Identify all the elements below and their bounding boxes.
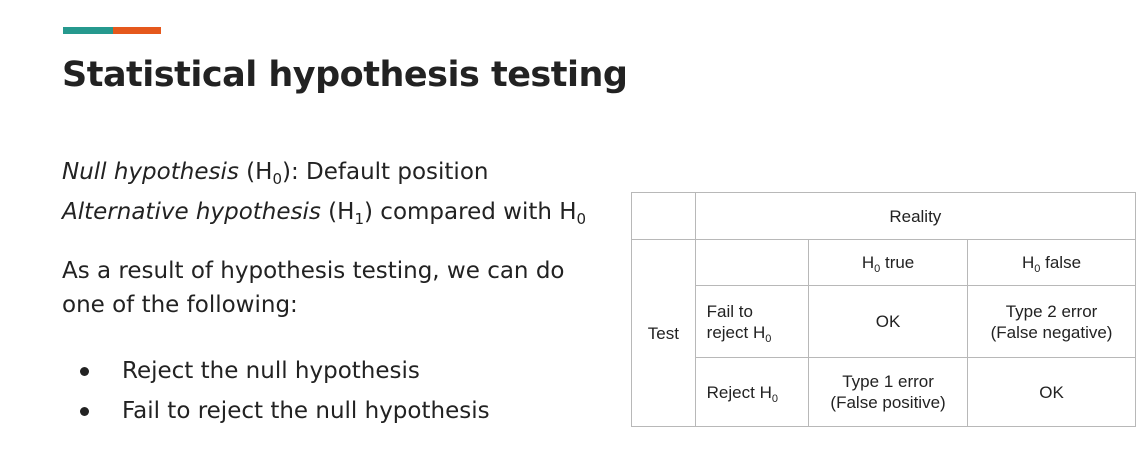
fail-false-cell: Type 2 error (False negative) — [967, 285, 1136, 358]
result-paragraph: As a result of hypothesis testing, we ca… — [62, 254, 565, 322]
fail-true-cell: OK — [808, 285, 969, 358]
alternative-hypothesis-term: Alternative hypothesis — [62, 199, 321, 225]
table-corner-cell — [631, 192, 696, 240]
fail-to-reject-label: Fail to reject H0 — [694, 285, 810, 358]
table-row: Fail to reject H0 OK Type 2 error (False n… — [632, 285, 1136, 358]
list-item: Fail to reject the null hypothesis — [62, 391, 490, 431]
table-row: Test H0 true H0 false — [631, 239, 1136, 427]
h0-true-header: H0 true — [808, 239, 969, 286]
reject-false-cell: OK — [967, 357, 1136, 427]
title-accent-orange — [113, 27, 161, 34]
null-hypothesis-definition: Null hypothesis (H0): Default position — [62, 159, 489, 188]
h0-false-header: H0 false — [967, 239, 1136, 286]
test-label: Test — [631, 239, 696, 427]
list-item: Reject the null hypothesis — [62, 351, 490, 391]
reality-header: Reality — [694, 192, 1136, 240]
reject-label: Reject H0 — [694, 357, 810, 427]
result-paragraph-line-1: As a result of hypothesis testing, we ca… — [62, 258, 565, 284]
result-paragraph-line-2: one of the following: — [62, 292, 298, 318]
outcome-list: Reject the null hypothesis Fail to rejec… — [62, 351, 490, 431]
bullet-icon — [80, 367, 89, 376]
null-hypothesis-term: Null hypothesis — [62, 159, 239, 185]
title-accent-teal — [63, 27, 113, 34]
reject-true-cell: Type 1 error (False positive) — [808, 357, 969, 427]
bullet-icon — [80, 407, 89, 416]
hypothesis-outcome-table: Reality Test H0 true H0 false Fail to rej… — [631, 192, 1136, 427]
table-row: Reality — [631, 192, 1136, 240]
slide-title: Statistical hypothesis testing — [62, 55, 628, 95]
table-empty-cell — [694, 239, 810, 286]
table-row: Reject H0 Type 1 error (False positive) O… — [632, 357, 1136, 427]
alternative-hypothesis-definition: Alternative hypothesis (H1) compared wit… — [62, 199, 587, 228]
